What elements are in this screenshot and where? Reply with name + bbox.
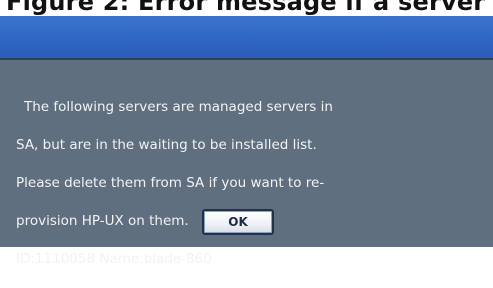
ok-button[interactable]: OK: [202, 209, 274, 235]
server-id-line: ID:1110058 Name:blade-860: [16, 251, 212, 267]
message-line: The following servers are managed server…: [24, 99, 333, 115]
dialog-title-bar: [0, 16, 493, 58]
page-header-text: Figure 2: Error message if a server is w…: [6, 0, 493, 16]
page-header: Figure 2: Error message if a server is w…: [0, 0, 493, 16]
dialog-title-divider: [0, 58, 493, 60]
error-dialog: The following servers are managed server…: [0, 16, 493, 267]
dialog-message: The following servers are managed server…: [16, 79, 476, 288]
message-line: Please delete them from SA if you want t…: [16, 175, 325, 191]
message-line: SA, but are in the waiting to be install…: [16, 137, 317, 153]
